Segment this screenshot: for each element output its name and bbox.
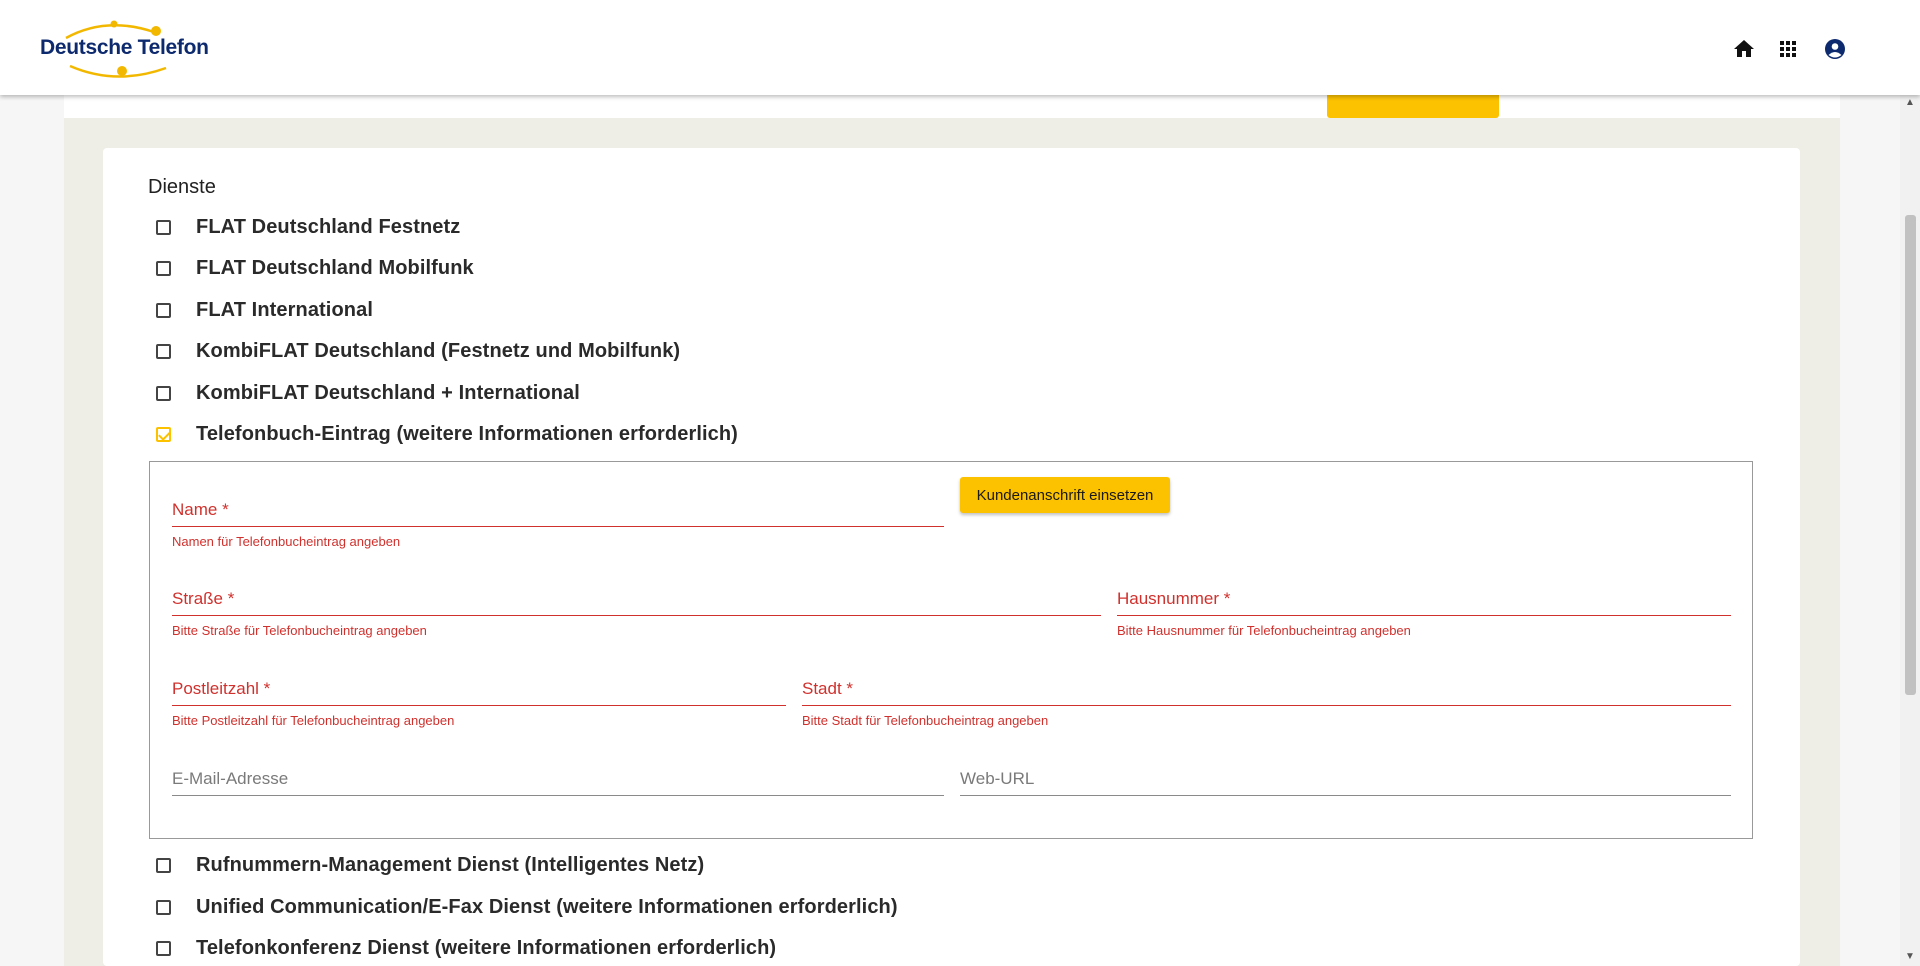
house-number-input[interactable]: [1117, 586, 1731, 615]
email-input[interactable]: [172, 766, 944, 795]
scroll-up-arrow-icon[interactable]: ▲: [1905, 97, 1915, 108]
postal-code-field-hint: Bitte Postleitzahl für Telefonbucheintra…: [172, 713, 455, 728]
checkbox[interactable]: [156, 302, 171, 318]
apps-grid-icon[interactable]: [1776, 37, 1800, 61]
city-input[interactable]: [802, 676, 1731, 705]
email-field[interactable]: E-Mail-Adresse: [172, 766, 944, 796]
service-label: FLAT Deutschland Mobilfunk: [196, 256, 474, 279]
name-input[interactable]: [172, 497, 944, 526]
city-field-hint: Bitte Stadt für Telefonbucheintrag angeb…: [802, 713, 1049, 728]
home-icon[interactable]: [1732, 37, 1756, 61]
company-logo[interactable]: Deutsche Telefon: [36, 16, 209, 80]
service-option-kombiflat[interactable]: KombiFLAT Deutschland (Festnetz und Mobi…: [148, 335, 680, 367]
postal-code-field[interactable]: Postleitzahl *: [172, 676, 786, 706]
service-label: Telefonkonferenz Dienst (weitere Informa…: [196, 936, 777, 959]
city-field[interactable]: Stadt *: [802, 676, 1731, 706]
checkbox[interactable]: [156, 343, 171, 359]
insert-customer-address-button[interactable]: Kundenanschrift einsetzen: [960, 477, 1170, 513]
service-label: Telefonbuch-Eintrag (weitere Information…: [196, 422, 738, 445]
previous-section-button-edge[interactable]: [1327, 95, 1499, 118]
name-field[interactable]: Name *: [172, 497, 944, 527]
checkbox[interactable]: [156, 899, 171, 915]
house-number-field[interactable]: Hausnummer *: [1117, 586, 1731, 616]
service-label: FLAT Deutschland Festnetz: [196, 215, 461, 238]
service-option-kombiflat-international[interactable]: KombiFLAT Deutschland + International: [148, 377, 580, 409]
service-option-flat-international[interactable]: FLAT International: [148, 294, 373, 326]
checkbox[interactable]: [156, 940, 171, 956]
account-circle-icon[interactable]: [1823, 37, 1847, 61]
section-title: Dienste: [148, 176, 216, 198]
scroll-down-arrow-icon[interactable]: ▼: [1905, 951, 1915, 962]
name-field-hint: Namen für Telefonbucheintrag angeben: [172, 534, 401, 549]
service-label: Unified Communication/E-Fax Dienst (weit…: [196, 895, 898, 918]
street-input[interactable]: [172, 586, 1101, 615]
service-option-telefonbuch[interactable]: Telefonbuch-Eintrag (weitere Information…: [148, 418, 738, 450]
web-url-input[interactable]: [960, 766, 1731, 795]
street-field-hint: Bitte Straße für Telefonbucheintrag ange…: [172, 623, 427, 638]
service-label: FLAT International: [196, 298, 373, 321]
scrollbar-thumb[interactable]: [1905, 215, 1916, 695]
service-label: Rufnummern-Management Dienst (Intelligen…: [196, 853, 705, 876]
page-scrollbar[interactable]: ▲ ▼: [1900, 95, 1920, 966]
checkbox-checked[interactable]: [156, 426, 171, 442]
service-label: KombiFLAT Deutschland (Festnetz und Mobi…: [196, 339, 681, 362]
checkbox[interactable]: [156, 260, 171, 276]
service-option-rufnummern-management[interactable]: Rufnummern-Management Dienst (Intelligen…: [148, 849, 704, 881]
service-option-flat-mobilfunk[interactable]: FLAT Deutschland Mobilfunk: [148, 252, 474, 284]
service-label: KombiFLAT Deutschland + International: [196, 381, 580, 404]
house-number-field-hint: Bitte Hausnummer für Telefonbucheintrag …: [1117, 623, 1411, 638]
service-option-unified-communication[interactable]: Unified Communication/E-Fax Dienst (weit…: [148, 891, 898, 923]
checkbox[interactable]: [156, 385, 171, 401]
checkbox[interactable]: [156, 857, 171, 873]
service-option-telefonkonferenz[interactable]: Telefonkonferenz Dienst (weitere Informa…: [148, 932, 776, 964]
logo-text: Deutsche Telefon: [40, 36, 209, 59]
top-header: Deutsche Telefon: [0, 0, 1920, 95]
checkbox[interactable]: [156, 219, 171, 235]
postal-code-input[interactable]: [172, 676, 786, 705]
service-option-flat-festnetz[interactable]: FLAT Deutschland Festnetz: [148, 211, 460, 243]
street-field[interactable]: Straße *: [172, 586, 1101, 616]
web-url-field[interactable]: Web-URL: [960, 766, 1731, 796]
previous-section-bottom: [64, 95, 1840, 118]
